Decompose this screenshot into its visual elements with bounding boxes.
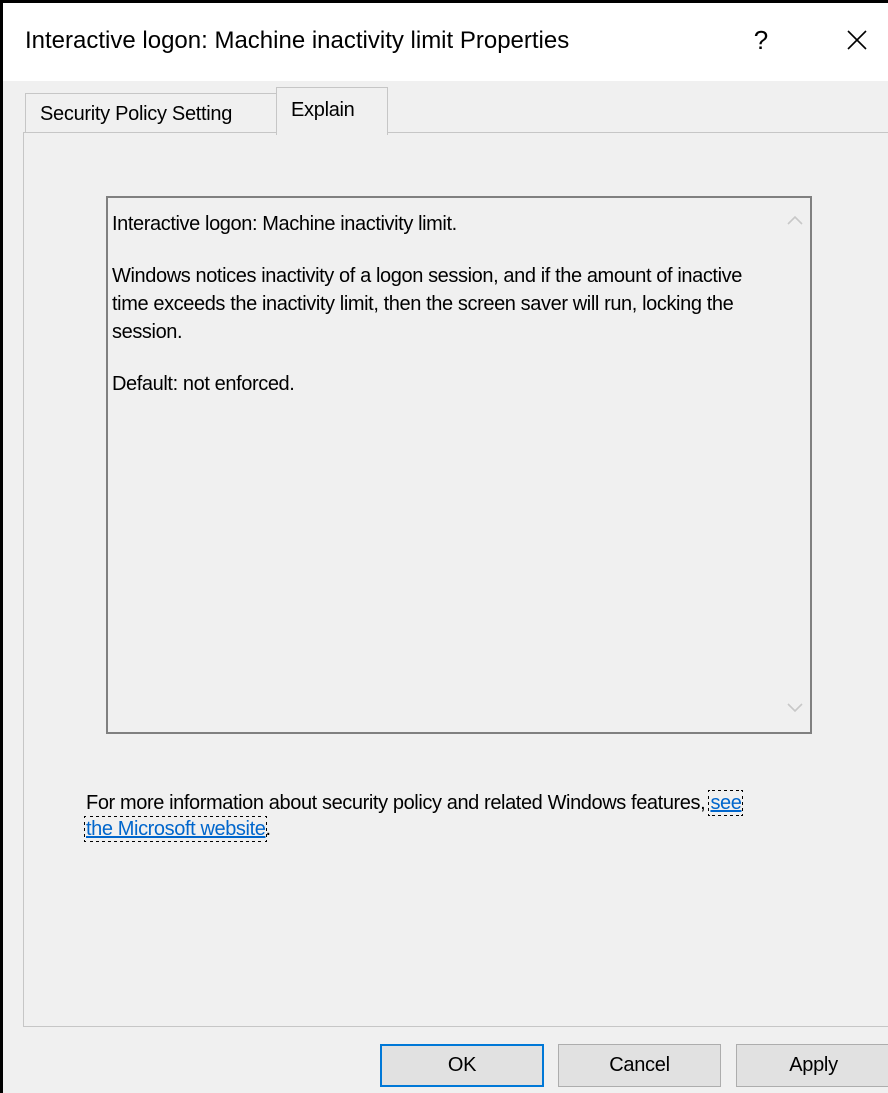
- explain-tab-panel: Interactive logon: Machine inactivity li…: [23, 132, 888, 1027]
- title-bar: Interactive logon: Machine inactivity li…: [3, 3, 888, 81]
- scroll-up-button[interactable]: [783, 210, 807, 230]
- properties-dialog: Interactive logon: Machine inactivity li…: [0, 0, 888, 1093]
- cancel-button[interactable]: Cancel: [558, 1044, 721, 1087]
- window-title: Interactive logon: Machine inactivity li…: [25, 27, 570, 54]
- tab-security-policy-setting[interactable]: Security Policy Setting: [25, 93, 277, 133]
- chevron-up-icon: [787, 215, 803, 225]
- apply-button[interactable]: Apply: [736, 1044, 888, 1087]
- ok-button[interactable]: OK: [380, 1044, 544, 1087]
- explain-paragraph: Windows notices inactivity of a logon se…: [112, 265, 742, 343]
- explain-paragraph: Interactive logon: Machine inactivity li…: [112, 213, 457, 235]
- scroll-down-button[interactable]: [783, 698, 807, 718]
- close-icon: [847, 30, 867, 50]
- help-button[interactable]: ?: [733, 15, 789, 65]
- more-info-text: For more information about security poli…: [83, 790, 766, 842]
- tab-explain[interactable]: Explain: [276, 87, 388, 135]
- explain-text-box[interactable]: Interactive logon: Machine inactivity li…: [106, 196, 812, 734]
- more-info-prefix: For more information about security poli…: [86, 792, 711, 814]
- close-button[interactable]: [829, 15, 885, 65]
- more-info-suffix: .: [265, 818, 271, 840]
- chevron-down-icon: [787, 703, 803, 713]
- explain-paragraph: Default: not enforced.: [112, 373, 295, 395]
- explain-text: Interactive logon: Machine inactivity li…: [112, 210, 772, 422]
